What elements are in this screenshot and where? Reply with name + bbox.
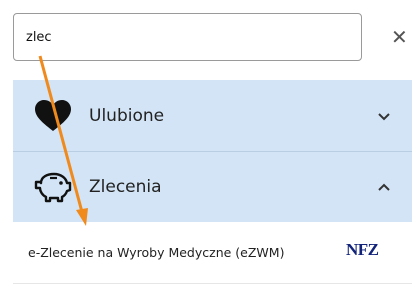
list-item[interactable]: e-Zlecenie na Wyroby Medyczne (eZWM) NFZ — [13, 222, 412, 284]
close-icon: ✕ — [391, 25, 408, 49]
piggy-bank-icon — [34, 172, 72, 203]
app-root: ✕ Ulubione Zlecenia e-Zlecenie na Wyroby… — [0, 0, 412, 287]
list-item-label: e-Zlecenie na Wyroby Medyczne (eZWM) — [28, 245, 285, 260]
section-orders-label: Zlecenia — [89, 177, 162, 197]
chevron-down-icon[interactable] — [376, 108, 392, 124]
section-favorites-label: Ulubione — [89, 106, 165, 126]
heart-icon — [35, 100, 71, 131]
search-input[interactable] — [24, 28, 361, 46]
section-orders[interactable]: Zlecenia — [13, 151, 412, 222]
section-favorites[interactable]: Ulubione — [13, 80, 412, 152]
clear-search-button[interactable]: ✕ — [391, 26, 411, 48]
nfz-logo: NFZ — [346, 240, 379, 259]
chevron-up-icon[interactable] — [376, 179, 392, 195]
search-box[interactable] — [13, 13, 362, 61]
